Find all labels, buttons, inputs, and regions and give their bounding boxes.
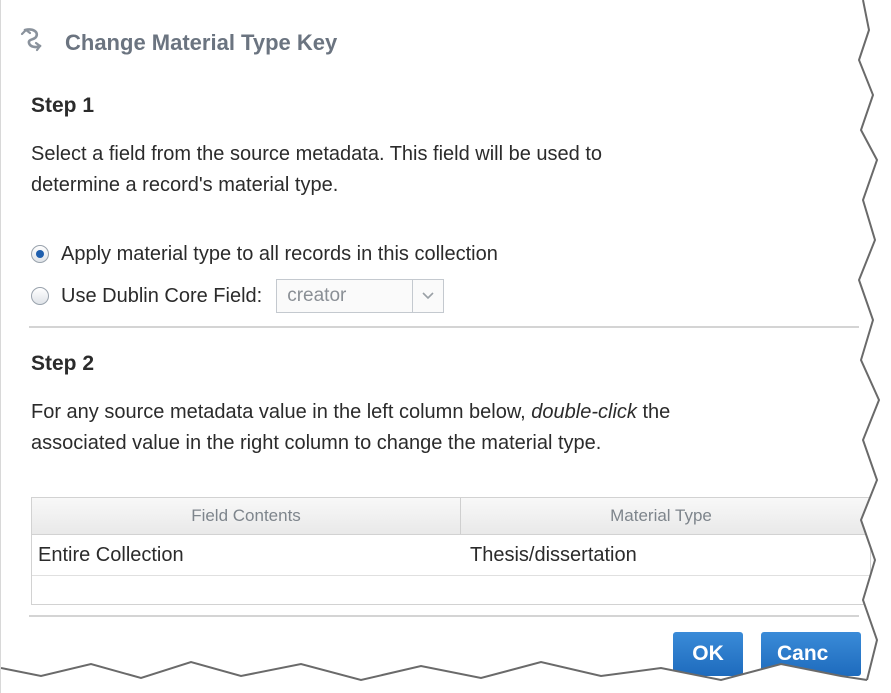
step1-heading: Step 1: [31, 94, 95, 117]
material-type-grid: Field Contents Material Type Entire Coll…: [31, 497, 871, 605]
column-header-field-contents[interactable]: Field Contents: [32, 498, 461, 534]
grid-header: Field Contents Material Type: [32, 498, 870, 535]
step1-description-line1: Select a field from the source metadata.…: [31, 143, 603, 165]
ok-button[interactable]: OK: [673, 632, 743, 676]
section-divider: [29, 326, 859, 328]
material-type-cell[interactable]: Thesis/dissertation: [470, 535, 637, 575]
dialog-title: Change Material Type Key: [65, 30, 338, 55]
step2-heading: Step 2: [31, 352, 95, 375]
apply-all-label: Apply material type to all records in th…: [61, 242, 498, 265]
step1-description-line2: determine a record's material type.: [31, 174, 339, 196]
dialog-titlebar: Change Material Type Key: [1, 0, 891, 80]
apply-all-radio[interactable]: [31, 245, 49, 263]
column-header-material-type[interactable]: Material Type: [461, 498, 861, 534]
step2-description-emphasis: double-click: [531, 401, 637, 423]
step2-description-post: the: [636, 401, 671, 423]
step2-description-line2: associated value in the right column to …: [31, 432, 602, 454]
field-contents-cell: Entire Collection: [38, 544, 184, 566]
material-type-key-icon: [19, 26, 45, 52]
step2-description-pre: For any source metadata value in the lef…: [31, 401, 532, 423]
table-row[interactable]: Entire Collection Thesis/dissertation: [32, 535, 870, 576]
chevron-down-icon[interactable]: [412, 280, 443, 312]
dublin-core-label: Use Dublin Core Field:: [61, 284, 263, 307]
footer-divider: [29, 615, 859, 617]
change-material-type-dialog: Change Material Type Key Step 1 Select a…: [0, 0, 891, 693]
step2-description-line1: For any source metadata value in the lef…: [31, 397, 851, 428]
option-apply-all-row[interactable]: Apply material type to all records in th…: [31, 241, 498, 267]
dublin-core-field-value: creator: [287, 285, 347, 306]
dublin-core-radio[interactable]: [31, 287, 49, 305]
cancel-button[interactable]: Canc: [761, 632, 861, 676]
option-dublin-core-row[interactable]: Use Dublin Core Field: creator: [31, 279, 445, 313]
dublin-core-field-select[interactable]: creator: [276, 279, 445, 313]
